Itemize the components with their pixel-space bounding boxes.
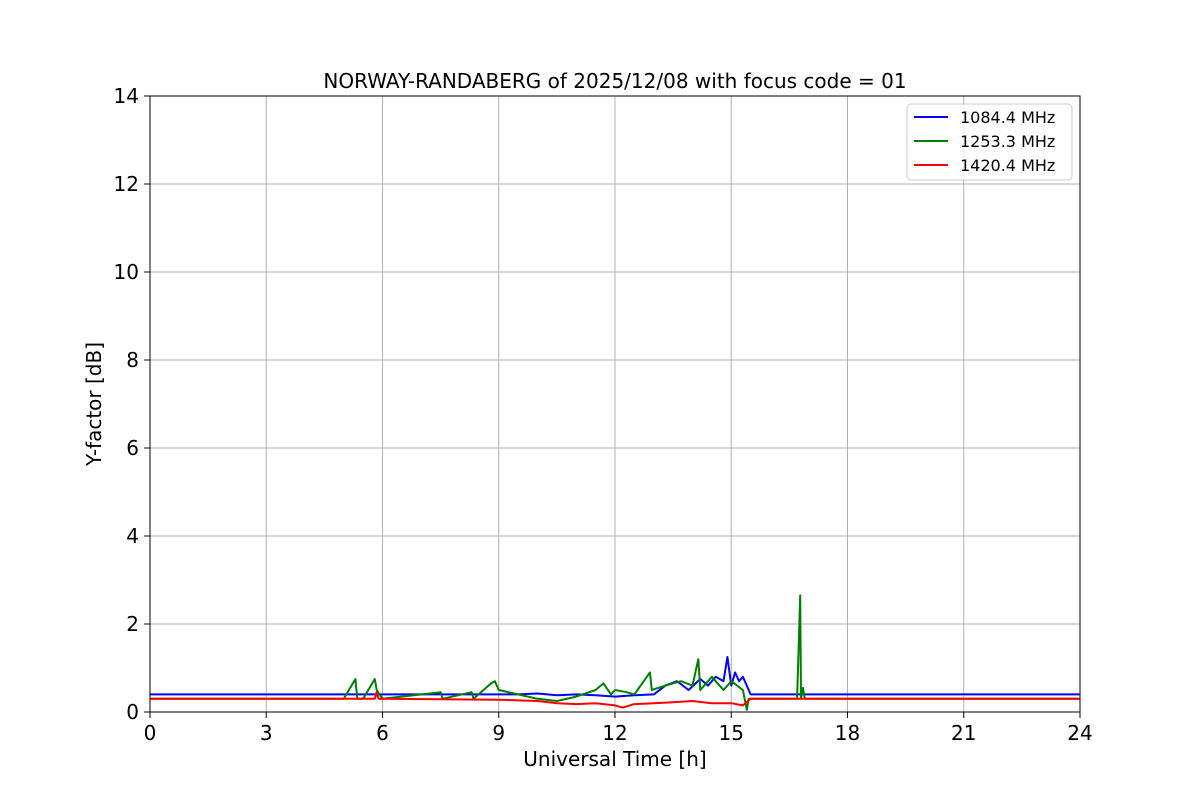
legend-label-2: 1253.3 MHz	[960, 132, 1055, 151]
x-axis-label: Universal Time [h]	[523, 747, 706, 771]
chart-title: NORWAY-RANDABERG of 2025/12/08 with focu…	[323, 69, 906, 93]
x-tick-label: 24	[1067, 721, 1092, 745]
x-tick-label: 15	[719, 721, 744, 745]
y-axis-label: Y-factor [dB]	[82, 342, 106, 467]
y-tick-label: 6	[126, 436, 139, 460]
legend: 1084.4 MHz 1253.3 MHz 1420.4 MHz	[906, 103, 1073, 181]
y-tick-label: 8	[126, 348, 139, 372]
x-tick-label: 9	[492, 721, 505, 745]
legend-label-1: 1084.4 MHz	[960, 108, 1055, 127]
x-tick-label: 3	[260, 721, 273, 745]
x-tick-label: 21	[951, 721, 976, 745]
y-tick-label: 12	[114, 172, 139, 196]
y-tick-label: 2	[126, 612, 139, 636]
y-tick-label: 0	[126, 700, 139, 724]
y-tick-label: 10	[114, 260, 139, 284]
x-tick-label: 6	[376, 721, 389, 745]
y-tick-label: 4	[126, 524, 139, 548]
x-tick-label: 18	[835, 721, 860, 745]
chart: 0 3 6 9 12 15 18 21 2402468101214 NORWAY-RANDABE…	[0, 0, 1200, 800]
x-tick-label: 12	[602, 721, 627, 745]
legend-label-3: 1420.4 MHz	[960, 156, 1055, 175]
y-tick-label: 14	[114, 84, 139, 108]
x-tick-label: 0	[144, 721, 157, 745]
